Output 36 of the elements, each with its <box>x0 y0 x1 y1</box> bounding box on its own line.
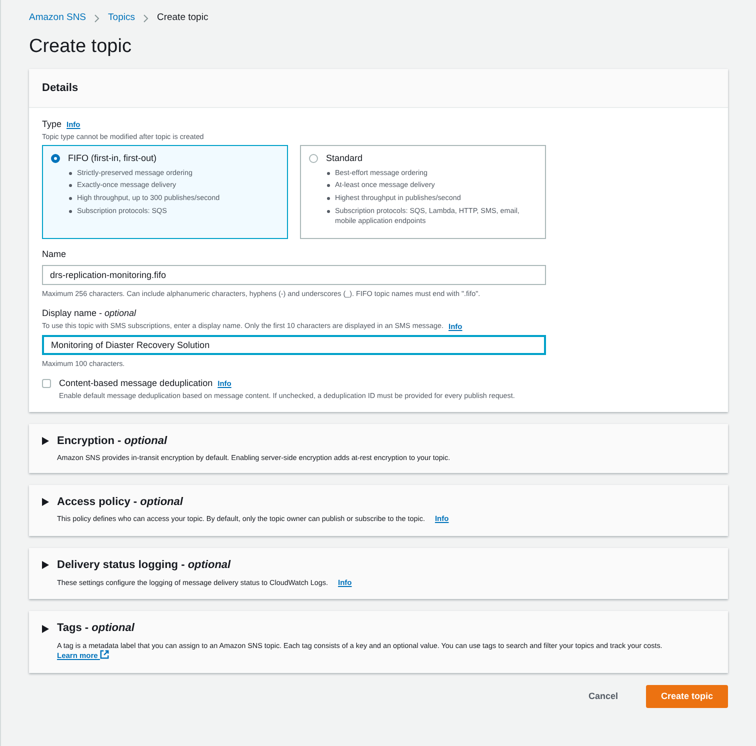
radio-button[interactable] <box>51 154 60 164</box>
section-title[interactable]: Delivery status logging - optional <box>57 557 231 574</box>
section-title[interactable]: Tags - optional <box>57 620 134 637</box>
caret-icon[interactable] <box>42 561 49 570</box>
bullet-icon <box>69 172 72 175</box>
field-label: Name <box>42 248 68 262</box>
caret-icon[interactable] <box>42 498 49 506</box>
field-label: Type <box>42 118 62 132</box>
checkbox-label: Content-based message deduplication <box>59 377 213 390</box>
bullet-icon <box>327 184 330 188</box>
checkbox[interactable] <box>42 379 51 388</box>
chevron-icon <box>94 14 100 22</box>
panel-title: Details <box>29 68 728 108</box>
bullet-icon <box>69 210 72 213</box>
name-field[interactable]: drs-replication-monitoring.fifo <box>42 264 546 285</box>
chevron-icon <box>142 14 149 22</box>
field-label: Display name - optional <box>42 307 138 320</box>
bullet-icon <box>69 184 72 188</box>
caret-icon[interactable] <box>42 624 49 633</box>
breadcrumb-current: Create topic <box>156 10 208 25</box>
bullet-icon <box>327 172 330 175</box>
section-title[interactable]: Encryption - optional <box>57 432 168 450</box>
breadcrumb-link[interactable]: Amazon SNS <box>29 10 86 26</box>
page-title: Create topic <box>29 36 132 59</box>
breadcrumb-link[interactable]: Topics <box>108 10 135 26</box>
bullet-icon <box>69 197 72 200</box>
radio-button[interactable] <box>309 154 318 164</box>
external-link-icon <box>100 650 109 660</box>
bullet-icon <box>327 197 330 200</box>
display-name-field[interactable]: Monitoring of Diaster Recovery Solution <box>42 334 546 355</box>
section-title[interactable]: Access policy - optional <box>57 494 183 510</box>
option-label: Standard <box>326 152 363 166</box>
option-label: FIFO (first-in, first-out) <box>68 152 156 166</box>
caret-icon[interactable] <box>42 437 49 446</box>
bullet-icon <box>327 210 330 213</box>
cancel-button[interactable]: Cancel <box>576 686 630 708</box>
